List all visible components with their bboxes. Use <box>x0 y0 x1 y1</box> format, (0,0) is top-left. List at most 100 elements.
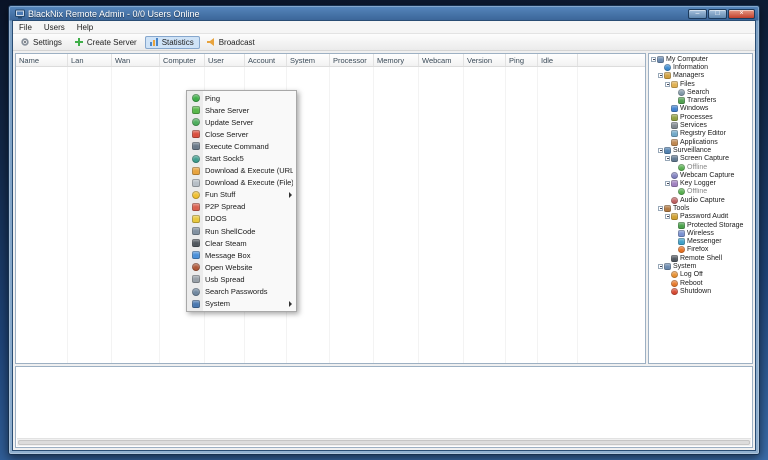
user-list[interactable]: NameLanWanComputerUserAccountSystemProce… <box>15 53 646 364</box>
start-sock5-icon <box>192 155 200 163</box>
context-menu-item-label: System <box>205 299 289 308</box>
column-header-webcam[interactable]: Webcam <box>419 54 464 66</box>
tree-item-protected-storage[interactable]: Protected Storage <box>649 221 752 229</box>
status-offline-icon <box>678 188 685 195</box>
menu-file[interactable]: File <box>13 21 38 33</box>
tree-item-label: Messenger <box>687 238 722 245</box>
column-header-wan[interactable]: Wan <box>112 54 160 66</box>
tree-item-webcam-capture[interactable]: Webcam Capture <box>649 171 752 179</box>
context-menu-item-download-execute-url[interactable]: Download & Execute (URL) <box>188 165 295 177</box>
column-header-account[interactable]: Account <box>245 54 287 66</box>
collapse-expander-icon[interactable] <box>665 214 670 219</box>
context-menu-item-fun-stuff[interactable]: Fun Stuff <box>188 189 295 201</box>
tree-item-firefox[interactable]: Firefox <box>649 246 752 254</box>
tree-item-services[interactable]: Services <box>649 121 752 129</box>
tree-item-managers[interactable]: Managers <box>649 72 752 80</box>
log-panel[interactable] <box>15 366 753 448</box>
tree-item-log-off[interactable]: Log Off <box>649 271 752 279</box>
menu-users[interactable]: Users <box>38 21 71 33</box>
tree-item-messenger[interactable]: Messenger <box>649 238 752 246</box>
tree-item-files[interactable]: Files <box>649 80 752 88</box>
toolbar-statistics-button[interactable]: Statistics <box>145 36 200 49</box>
scrollbar-thumb[interactable] <box>18 440 750 445</box>
column-header-computer[interactable]: Computer <box>160 54 205 66</box>
context-menu-item-update-server[interactable]: Update Server <box>188 116 295 128</box>
collapse-expander-icon[interactable] <box>658 148 663 153</box>
column-header-system[interactable]: System <box>287 54 330 66</box>
column-header-memory[interactable]: Memory <box>374 54 419 66</box>
toolbar-broadcast-button[interactable]: Broadcast <box>202 36 261 49</box>
context-menu-item-p2p-spread[interactable]: P2P Spread <box>188 201 295 213</box>
collapse-expander-icon[interactable] <box>658 73 663 78</box>
menu-help[interactable]: Help <box>71 21 99 33</box>
horizontal-scrollbar[interactable] <box>17 438 751 446</box>
tree-item-search[interactable]: Search <box>649 88 752 96</box>
tree-item-shutdown[interactable]: Shutdown <box>649 287 752 295</box>
context-menu-item-run-shellcode[interactable]: Run ShellCode <box>188 225 295 237</box>
context-menu-item-start-sock5[interactable]: Start Sock5 <box>188 152 295 164</box>
tree-item-audio-capture[interactable]: Audio Capture <box>649 196 752 204</box>
tree-item-wireless[interactable]: Wireless <box>649 229 752 237</box>
column-header-version[interactable]: Version <box>464 54 506 66</box>
context-menu-item-execute-command[interactable]: Execute Command <box>188 140 295 152</box>
context-menu-item-download-execute-file[interactable]: Download & Execute (File) <box>188 177 295 189</box>
tree-item-label: My Computer <box>666 56 708 63</box>
collapse-expander-icon[interactable] <box>651 57 656 62</box>
collapse-expander-icon[interactable] <box>658 206 663 211</box>
execute-command-icon <box>192 142 200 150</box>
tree-item-applications[interactable]: Applications <box>649 138 752 146</box>
tree-item-password-audit[interactable]: Password Audit <box>649 213 752 221</box>
context-menu-item-ddos[interactable]: DDOS <box>188 213 295 225</box>
context-menu-item-search-passwords[interactable]: Search Passwords <box>188 286 295 298</box>
tree-item-surveillance[interactable]: Surveillance <box>649 146 752 154</box>
list-header: NameLanWanComputerUserAccountSystemProce… <box>16 54 645 67</box>
minimize-button[interactable]: – <box>688 9 707 19</box>
collapse-expander-icon[interactable] <box>665 82 670 87</box>
windows-icon <box>671 105 678 112</box>
context-menu-item-ping[interactable]: Ping <box>188 92 295 104</box>
context-menu: PingShare ServerUpdate ServerClose Serve… <box>186 90 297 312</box>
toolbar-settings-button[interactable]: Settings <box>16 36 68 49</box>
tree-item-my-computer[interactable]: My Computer <box>649 55 752 63</box>
column-header-user[interactable]: User <box>205 54 245 66</box>
tree-item-key-logger[interactable]: Key Logger <box>649 179 752 187</box>
tree-item-reboot[interactable]: Reboot <box>649 279 752 287</box>
titlebar[interactable]: BlackNix Remote Admin - 0/0 Users Online… <box>12 6 756 20</box>
context-menu-item-close-server[interactable]: Close Server <box>188 128 295 140</box>
tree-item-transfers[interactable]: Transfers <box>649 96 752 104</box>
tree-item-tools[interactable]: Tools <box>649 204 752 212</box>
tree-item-windows[interactable]: Windows <box>649 105 752 113</box>
toolbar-button-label: Broadcast <box>219 38 255 47</box>
menubar: FileUsersHelp <box>13 21 755 34</box>
column-header-lan[interactable]: Lan <box>68 54 112 66</box>
context-menu-item-clear-steam[interactable]: Clear Steam <box>188 237 295 249</box>
context-menu-item-open-website[interactable]: Open Website <box>188 261 295 273</box>
context-menu-item-message-box[interactable]: Message Box <box>188 249 295 261</box>
tree-item-remote-shell[interactable]: Remote Shell <box>649 254 752 262</box>
column-header-ping[interactable]: Ping <box>506 54 538 66</box>
close-button[interactable]: × <box>728 9 755 19</box>
column-header-name[interactable]: Name <box>16 54 68 66</box>
collapse-expander-icon[interactable] <box>665 181 670 186</box>
context-menu-item-system[interactable]: System <box>188 298 295 310</box>
column-header-idle[interactable]: Idle <box>538 54 578 66</box>
tree-item-processes[interactable]: Processes <box>649 113 752 121</box>
context-menu-item-share-server[interactable]: Share Server <box>188 104 295 116</box>
open-website-icon <box>192 263 200 271</box>
tree-item-offline[interactable]: Offline <box>649 163 752 171</box>
list-gridline <box>419 67 464 363</box>
context-menu-item-usb-spread[interactable]: Usb Spread <box>188 273 295 285</box>
context-menu-item-label: DDOS <box>205 214 293 223</box>
tree-item-information[interactable]: Information <box>649 63 752 71</box>
tree-item-offline[interactable]: Offline <box>649 188 752 196</box>
tree-item-registry-editor[interactable]: Registry Editor <box>649 130 752 138</box>
tree-item-system[interactable]: System <box>649 262 752 270</box>
tree-item-label: Applications <box>680 139 718 146</box>
toolbar-create-server-button[interactable]: Create Server <box>70 36 143 49</box>
list-gridlines <box>16 67 645 363</box>
collapse-expander-icon[interactable] <box>665 156 670 161</box>
maximize-button[interactable]: □ <box>708 9 727 19</box>
column-header-processor[interactable]: Processor <box>330 54 374 66</box>
collapse-expander-icon[interactable] <box>658 264 663 269</box>
tree-item-screen-capture[interactable]: Screen Capture <box>649 155 752 163</box>
